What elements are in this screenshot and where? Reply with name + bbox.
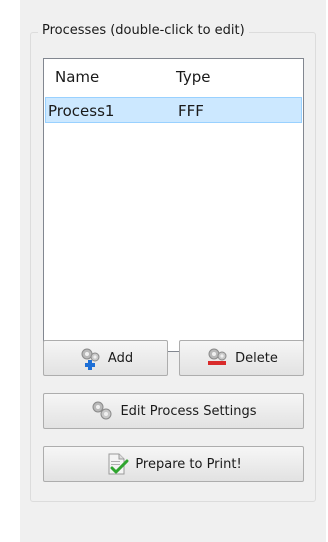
delete-process-button[interactable]: Delete xyxy=(179,340,304,376)
process-type-cell: FFF xyxy=(178,102,204,120)
edit-process-settings-button[interactable]: Edit Process Settings xyxy=(43,393,304,429)
process-list[interactable]: Name Type Process1 FFF xyxy=(43,58,304,352)
table-row[interactable]: Process1 FFF xyxy=(45,97,302,123)
prepare-to-print-button[interactable]: Prepare to Print! xyxy=(43,446,304,482)
column-header-name[interactable]: Name xyxy=(55,68,99,86)
delete-button-label: Delete xyxy=(235,350,278,366)
process-list-header: Name Type xyxy=(44,59,303,95)
column-header-type[interactable]: Type xyxy=(176,68,210,86)
edit-button-label: Edit Process Settings xyxy=(120,403,257,419)
add-button-label: Add xyxy=(107,350,134,366)
gears-add-icon xyxy=(81,348,100,370)
document-check-icon xyxy=(108,453,129,475)
prepare-to-print-label: Prepare to Print! xyxy=(135,456,242,472)
gears-settings-icon xyxy=(92,401,112,420)
processes-group-title: Processes (double-click to edit) xyxy=(38,22,249,40)
gears-delete-icon xyxy=(208,348,227,365)
process-name-cell: Process1 xyxy=(48,102,115,120)
add-process-button[interactable]: Add xyxy=(43,340,168,376)
